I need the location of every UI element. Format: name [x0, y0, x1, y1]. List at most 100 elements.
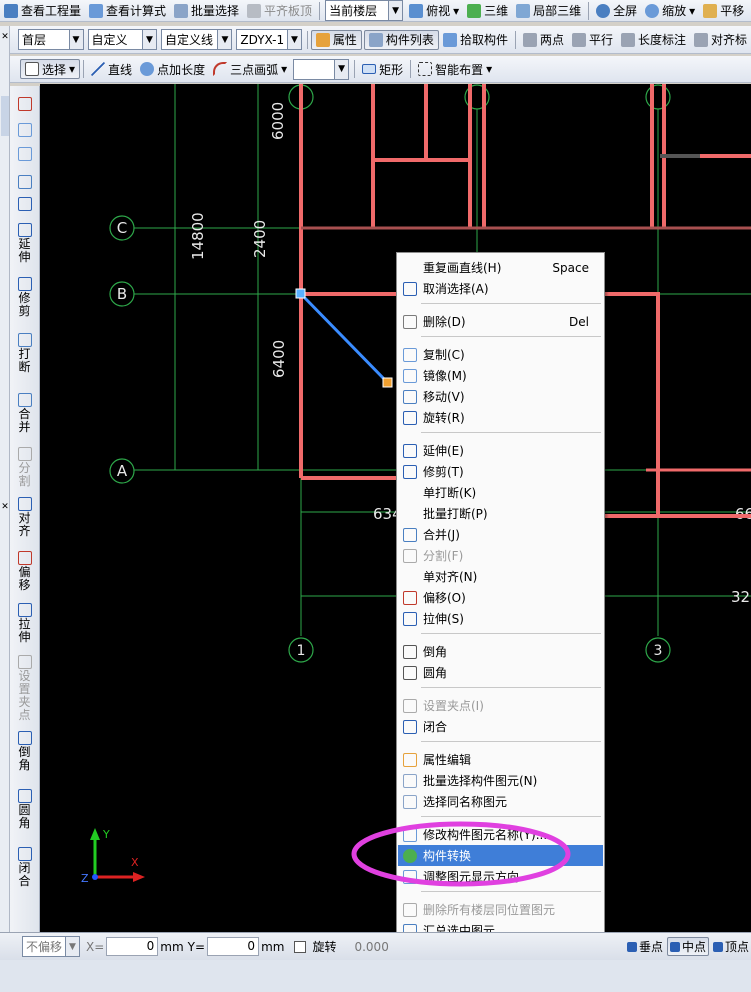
- menu-item[interactable]: 分割(F): [398, 545, 603, 566]
- fullscreen-button[interactable]: 全屏: [592, 1, 641, 21]
- menu-item[interactable]: 设置夹点(I): [398, 695, 603, 716]
- menu-item[interactable]: 合并(J): [398, 524, 603, 545]
- left-tool-mirror[interactable]: [10, 147, 40, 162]
- menu-item[interactable]: 移动(V): [398, 386, 603, 407]
- menu-item[interactable]: 批量打断(P): [398, 503, 603, 524]
- component-select[interactable]: ZDYX-1 ▼: [236, 29, 302, 50]
- two-point-dim-button[interactable]: 两点: [519, 30, 568, 50]
- menu-item[interactable]: 修改构件图元名称(Y)...: [398, 824, 603, 845]
- select-button[interactable]: 选择 ▾: [20, 59, 81, 79]
- x-input[interactable]: 0: [106, 937, 159, 956]
- left-edge-panel: ✕ ✕: [0, 26, 10, 932]
- left-tool-split[interactable]: 分割: [10, 447, 40, 488]
- menu-item[interactable]: 批量选择构件图元(N): [398, 770, 603, 791]
- left-tool-break[interactable]: 打断: [10, 333, 40, 374]
- menu-item[interactable]: 选择同名称图元: [398, 791, 603, 812]
- selected-line[interactable]: [299, 292, 390, 385]
- menu-item[interactable]: 倒角: [398, 641, 603, 662]
- menu-item[interactable]: 拉伸(S): [398, 608, 603, 629]
- batch-select-button[interactable]: 批量选择: [170, 1, 243, 21]
- left-tool-align[interactable]: 对齐: [10, 497, 40, 538]
- flush-slab-button[interactable]: 平齐板顶: [243, 1, 316, 21]
- menu-item-label: 镜像(M): [423, 369, 467, 383]
- rectangle-button[interactable]: 矩形: [358, 59, 407, 79]
- line-button[interactable]: 直线: [87, 59, 136, 79]
- menu-item[interactable]: 取消选择(A): [398, 278, 603, 299]
- zoom-button[interactable]: 缩放 ▾: [641, 1, 699, 21]
- top-view-button[interactable]: 俯视 ▾: [405, 1, 463, 21]
- fillet-icon: [403, 665, 417, 680]
- 3d-button[interactable]: 三维: [463, 1, 512, 21]
- pick-component-button[interactable]: 拾取构件: [439, 30, 512, 50]
- menu-item[interactable]: 偏移(O): [398, 587, 603, 608]
- type-select[interactable]: 自定义线 ▼: [160, 29, 233, 50]
- menu-item[interactable]: 属性编辑: [398, 749, 603, 770]
- left-tool-extend[interactable]: 延伸: [10, 223, 40, 264]
- menu-separator: [421, 741, 601, 742]
- menu-item[interactable]: 删除所有楼层同位置图元: [398, 899, 603, 920]
- menu-item[interactable]: 延伸(E): [398, 440, 603, 461]
- category-select[interactable]: 自定义 ▼: [87, 29, 157, 50]
- close-icon[interactable]: ✕: [0, 30, 10, 44]
- rotate-checkbox[interactable]: [294, 940, 307, 953]
- grip-point-start[interactable]: [295, 288, 306, 299]
- floor-select[interactable]: 首层 ▼: [18, 29, 84, 50]
- left-tool-offset[interactable]: 偏移: [10, 551, 40, 592]
- left-tool-chamfer[interactable]: 倒角: [10, 731, 40, 772]
- menu-item[interactable]: 删除(D) Del: [398, 311, 603, 332]
- snap-midpoint[interactable]: 中点: [666, 937, 709, 956]
- svg-text:X: X: [131, 856, 139, 869]
- left-tool-trim[interactable]: 修剪: [10, 277, 40, 318]
- menu-item[interactable]: 重复画直线(H) Space: [398, 257, 603, 278]
- menu-item-shortcut: Space: [552, 260, 589, 275]
- left-tool-close-shape[interactable]: 闭合: [10, 847, 40, 888]
- property-button[interactable]: 属性: [310, 29, 362, 50]
- three-point-arc-button[interactable]: 三点画弧 ▾: [209, 59, 291, 79]
- quantity-icon: [4, 3, 18, 18]
- menu-item[interactable]: 复制(C): [398, 344, 603, 365]
- menu-item[interactable]: 单打断(K): [398, 482, 603, 503]
- rotate-option[interactable]: 旋转: [294, 938, 336, 955]
- point-length-button[interactable]: 点加长度: [136, 59, 209, 79]
- mirror-icon: [18, 147, 32, 161]
- menu-item[interactable]: 旋转(R): [398, 407, 603, 428]
- left-tool-label: 倒角: [18, 745, 31, 772]
- left-tool-move[interactable]: [10, 175, 40, 190]
- menu-item[interactable]: 闭合: [398, 716, 603, 737]
- grip-point-end[interactable]: [382, 377, 393, 388]
- chevron-down-icon: ▼: [65, 937, 79, 956]
- panel-tab[interactable]: [1, 96, 9, 136]
- y-input[interactable]: 0: [207, 937, 260, 956]
- left-tool-fillet[interactable]: 圆角: [10, 789, 40, 830]
- parallel-dim-button[interactable]: 平行: [568, 30, 617, 50]
- chevron-down-icon: ▼: [141, 30, 156, 49]
- component-list-button[interactable]: 构件列表: [363, 29, 439, 50]
- view-quantity-button[interactable]: 查看工程量: [0, 1, 85, 21]
- snap-perpendicular[interactable]: 垂点: [626, 938, 663, 955]
- view-formula-button[interactable]: 查看计算式: [85, 1, 170, 21]
- arc-option-select[interactable]: ▼: [293, 58, 350, 80]
- menu-item[interactable]: 镜像(M): [398, 365, 603, 386]
- left-tool-pencil[interactable]: [10, 97, 40, 112]
- align-dim-button[interactable]: 对齐标: [690, 30, 751, 50]
- close-icon[interactable]: ✕: [0, 500, 10, 514]
- left-tool-label: 合并: [18, 407, 31, 434]
- menu-item[interactable]: 构件转换: [398, 845, 603, 866]
- left-tool-merge[interactable]: 合并: [10, 393, 40, 434]
- offset-select[interactable]: 不偏移 ▼: [22, 936, 80, 957]
- left-tool-copy[interactable]: [10, 123, 40, 138]
- menu-item[interactable]: 修剪(T): [398, 461, 603, 482]
- menu-separator: [421, 336, 601, 337]
- snap-vertex[interactable]: 顶点: [712, 938, 749, 955]
- current-floor-select[interactable]: 当前楼层 ▼: [325, 0, 404, 21]
- pan-button[interactable]: 平移: [699, 1, 748, 21]
- left-tool-grip[interactable]: 设置夹点: [10, 655, 40, 722]
- menu-item[interactable]: 单对齐(N): [398, 566, 603, 587]
- smart-layout-button[interactable]: 智能布置 ▾: [414, 59, 496, 79]
- left-tool-stretch[interactable]: 拉伸: [10, 603, 40, 644]
- local-3d-button[interactable]: 局部三维: [512, 1, 585, 21]
- menu-item[interactable]: 圆角: [398, 662, 603, 683]
- left-tool-rotate[interactable]: [10, 197, 40, 212]
- menu-item[interactable]: 调整图元显示方向: [398, 866, 603, 887]
- length-dim-button[interactable]: 长度标注: [617, 30, 690, 50]
